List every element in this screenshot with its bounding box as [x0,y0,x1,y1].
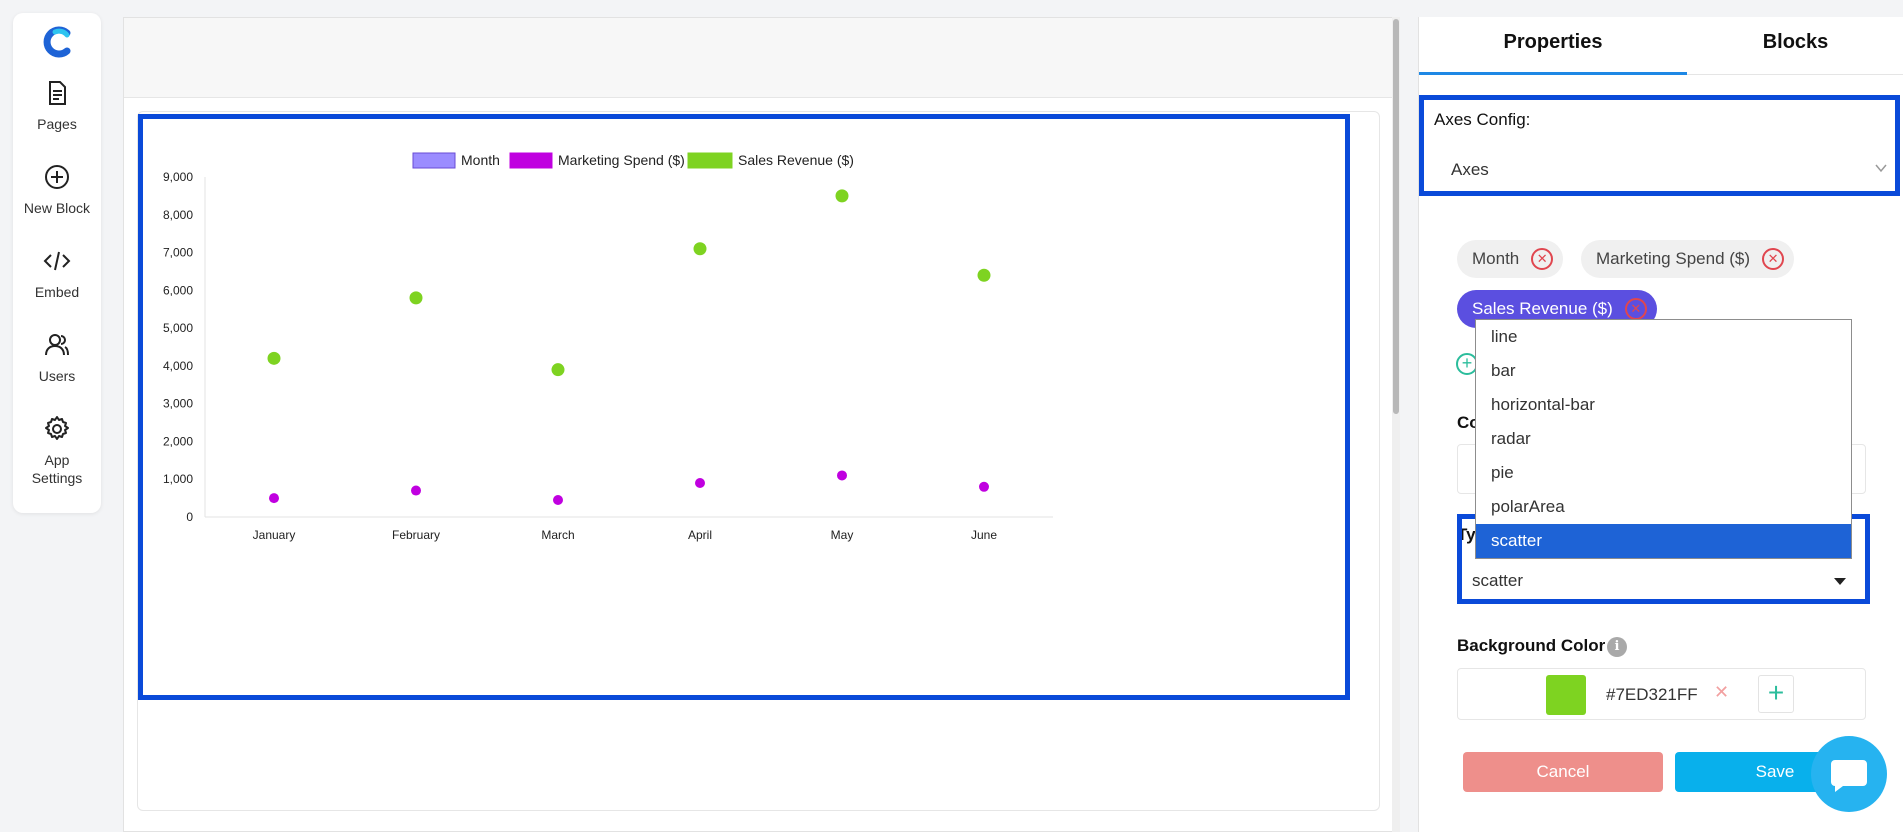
type-option-radar[interactable]: radar [1476,422,1851,456]
clear-color-icon[interactable]: ✕ [1714,682,1729,703]
data-point [693,242,707,256]
axis-chip-label: Marketing Spend ($) [1596,249,1751,268]
y-tick-label: 6,000 [163,283,193,297]
x-tick-label: March [541,528,574,542]
nav-item-embed[interactable]: Embed [13,247,101,301]
type-option-horizontal-bar[interactable]: horizontal-bar [1476,388,1851,422]
data-point [269,493,279,504]
data-point [267,351,281,365]
y-tick-label: 9,000 [163,170,193,184]
canvas-scrollbar[interactable] [1392,17,1400,832]
nav-label-app-settings: App Settings [31,452,83,486]
legend-label: Sales Revenue ($) [738,152,854,168]
caret-down-icon[interactable] [1834,578,1846,585]
active-tab-indicator [1419,72,1687,75]
type-option-polar-area[interactable]: polarArea [1476,490,1851,524]
nav-label-pages: Pages [37,116,77,132]
cancel-button[interactable]: Cancel [1463,752,1663,792]
remove-chip-icon[interactable]: ✕ [1762,248,1785,270]
x-tick-label: June [971,528,997,542]
data-point [553,495,563,505]
axis-chip-label: Sales Revenue ($) [1472,299,1613,318]
pages-icon [49,81,66,105]
scrollbar-thumb[interactable] [1393,19,1399,414]
users-icon [45,334,69,356]
background-color-label: Background Color [1457,636,1606,655]
axis-chip-marketing-spend: Marketing Spend ($) ✕ [1581,240,1795,278]
data-point [695,478,705,488]
legend-swatch [687,152,733,169]
y-tick-label: 5,000 [163,321,193,335]
nav-item-new-block[interactable]: New Block [13,163,101,217]
type-option-bar[interactable]: bar [1476,354,1851,388]
type-option-pie[interactable]: pie [1476,456,1851,490]
color-hex-value[interactable]: #7ED321FF [1606,685,1698,705]
remove-chip-icon[interactable]: ✕ [1531,248,1554,270]
y-tick-label: 8,000 [163,208,193,222]
legend-label: Month [461,152,500,168]
data-point [551,363,565,377]
nav-item-app-settings[interactable]: App Settings [13,415,101,487]
y-tick-label: 4,000 [163,359,193,373]
nav-label-new-block: New Block [23,200,91,216]
nav-label-embed: Embed [34,284,80,300]
data-point [835,189,849,203]
add-color-button[interactable]: + [1758,675,1794,713]
nav-label-users: Users [38,368,76,384]
data-point [409,291,423,305]
axes-config-section: Axes Config: Axes [1419,95,1900,196]
background-color-field: #7ED321FF ✕ + [1457,668,1866,720]
code-icon [43,251,71,271]
color-swatch[interactable] [1546,675,1586,715]
y-tick-label: 1,000 [163,472,193,486]
chart-type-dropdown-list: line bar horizontal-bar radar pie polarA… [1475,319,1852,559]
canvas-topbar [124,18,1396,98]
legend-swatch [412,152,456,169]
x-tick-label: January [253,528,296,542]
chevron-down-icon[interactable] [1875,162,1887,174]
remove-chip-icon[interactable]: ✕ [1624,298,1647,320]
axes-config-label: Axes Config: [1434,110,1531,129]
app-logo[interactable] [41,25,75,59]
properties-panel: Properties Blocks Axes Config: Axes Mont… [1418,17,1903,832]
tab-blocks[interactable]: Blocks [1687,31,1903,61]
chart-type-select-value[interactable]: scatter [1472,571,1523,591]
x-tick-label: May [831,528,854,542]
chart-block[interactable]: 0 1,000 2,000 3,000 4,000 5,000 6,000 7,000 8,00… [138,114,1350,700]
scatter-chart: 0 1,000 2,000 3,000 4,000 5,000 6,000 7,000 8,00… [163,152,1053,542]
type-option-line[interactable]: line [1476,320,1851,354]
data-point [411,485,421,496]
y-tick-label: 7,000 [163,246,193,260]
y-tick-label: 0 [186,510,193,524]
axis-chip-label: Month [1472,249,1520,268]
y-tick-label: 3,000 [163,397,193,411]
type-option-scatter[interactable]: scatter [1476,524,1851,558]
nav-item-users[interactable]: Users [13,331,101,385]
info-icon[interactable]: i [1607,637,1627,657]
legend-swatch [509,152,553,169]
chat-icon [1831,760,1867,792]
x-tick-label: February [392,528,440,542]
axes-select[interactable]: Axes [1451,160,1489,180]
data-point [837,470,847,481]
tab-properties[interactable]: Properties [1419,31,1687,61]
left-nav: Pages New Block Embed Users App Settings [13,13,101,513]
plus-circle-icon [45,165,69,189]
y-tick-label: 2,000 [163,434,193,448]
data-point [977,268,991,282]
x-tick-label: April [688,528,712,542]
color-label: Co [1457,413,1475,432]
axis-chip-month: Month ✕ [1457,240,1564,278]
chat-support-button[interactable] [1811,736,1887,812]
gear-icon [45,416,69,440]
legend-label: Marketing Spend ($) [558,152,685,168]
data-point [979,481,989,492]
nav-item-pages[interactable]: Pages [13,79,101,133]
